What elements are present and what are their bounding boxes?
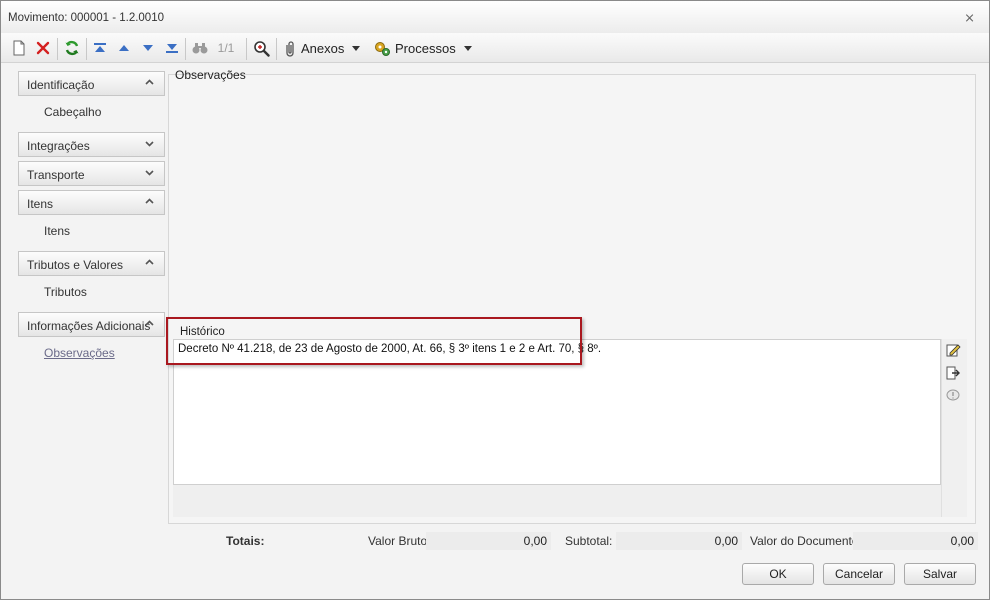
sidebar-group-integracoes[interactable]: Integrações (18, 132, 165, 157)
toolbar-separator (86, 38, 87, 60)
sidebar-group-label: Informações Adicionais (27, 319, 151, 333)
comment-icon[interactable] (942, 387, 964, 405)
chevron-up-icon (145, 259, 154, 265)
sidebar-group-itens[interactable]: Itens (18, 190, 165, 215)
zoom-search-icon[interactable] (251, 37, 271, 59)
sidebar-group-transporte[interactable]: Transporte (18, 161, 165, 186)
valor-bruto-label: Valor Bruto: (368, 534, 431, 548)
processos-menu-button[interactable]: Processos (373, 37, 473, 59)
record-pager: 1/1 (213, 37, 239, 59)
valor-documento-field: 0,00 (853, 532, 978, 550)
valor-documento-label: Valor do Documento: (750, 534, 862, 548)
valor-bruto-field: 0,00 (426, 532, 551, 550)
toolbar-separator (246, 38, 247, 60)
sidebar-group-tributos-e-valores[interactable]: Tributos e Valores (18, 251, 165, 276)
toolbar-separator (185, 38, 186, 60)
gears-icon (375, 41, 390, 56)
chevron-down-icon (145, 141, 154, 147)
sidebar-item-cabecalho[interactable]: Cabeçalho (44, 105, 101, 119)
chevron-down-icon (463, 45, 472, 51)
ok-button[interactable]: OK (742, 563, 814, 585)
sidebar-group-label: Identificação (27, 78, 95, 92)
chevron-up-icon (145, 198, 154, 204)
dialog-window: Movimento: 000001 - 1.2.0010 ⨯ 1/1 Anexo… (0, 0, 990, 600)
sidebar-item-itens[interactable]: Itens (44, 224, 70, 238)
chevron-up-icon (145, 320, 154, 326)
historico-side-toolbar (941, 339, 967, 517)
anexos-menu-button[interactable]: Anexos (283, 37, 367, 59)
previous-record-icon[interactable] (115, 37, 133, 59)
first-record-icon[interactable] (91, 37, 109, 59)
cancel-button[interactable]: Cancelar (823, 563, 895, 585)
sidebar-group-identificacao[interactable]: Identificação (18, 71, 165, 96)
toolbar: 1/1 Anexos Processos (1, 33, 989, 63)
processos-label: Processos (395, 40, 456, 56)
chevron-down-icon (145, 170, 154, 176)
title-bar[interactable]: Movimento: 000001 - 1.2.0010 ⨯ (1, 1, 989, 33)
edit-text-icon[interactable] (942, 341, 964, 359)
last-record-icon[interactable] (163, 37, 181, 59)
historico-bottom-strip (173, 485, 941, 517)
sidebar-group-label: Transporte (27, 168, 85, 182)
sidebar-item-observacoes[interactable]: Observações (44, 346, 115, 360)
sidebar-group-label: Itens (27, 197, 54, 211)
refresh-icon[interactable] (62, 37, 82, 59)
paperclip-icon (286, 40, 294, 57)
chevron-down-icon (352, 45, 361, 51)
toolbar-separator (57, 38, 58, 60)
window-title: Movimento: 000001 - 1.2.0010 (8, 12, 164, 24)
close-icon[interactable]: ⨯ (964, 10, 975, 26)
toolbar-separator (276, 38, 277, 60)
next-record-icon[interactable] (139, 37, 157, 59)
historico-text: Decreto Nº 41.218, de 23 de Agosto de 20… (178, 343, 602, 355)
historico-textarea[interactable]: Decreto Nº 41.218, de 23 de Agosto de 20… (173, 339, 941, 485)
sidebar-group-label: Tributos e Valores (27, 258, 124, 272)
export-icon[interactable] (942, 364, 964, 382)
totals-label: Totais: (226, 534, 265, 548)
chevron-up-icon (145, 79, 154, 85)
anexos-label: Anexos (301, 40, 345, 56)
pager-text: 1/1 (217, 41, 235, 55)
find-binoculars-icon[interactable] (191, 37, 209, 59)
delete-icon[interactable] (34, 37, 52, 59)
new-document-icon[interactable] (10, 37, 28, 59)
sidebar-group-label: Integrações (27, 139, 90, 153)
subtotal-label: Subtotal: : (565, 534, 620, 548)
save-button[interactable]: Salvar (904, 563, 976, 585)
sidebar-item-tributos[interactable]: Tributos (44, 285, 87, 299)
sidebar-group-informacoes-adicionais[interactable]: Informações Adicionais (18, 312, 165, 337)
historico-label: Histórico (180, 326, 225, 338)
subtotal-field: 0,00 (616, 532, 742, 550)
section-title: Observações (175, 68, 246, 82)
